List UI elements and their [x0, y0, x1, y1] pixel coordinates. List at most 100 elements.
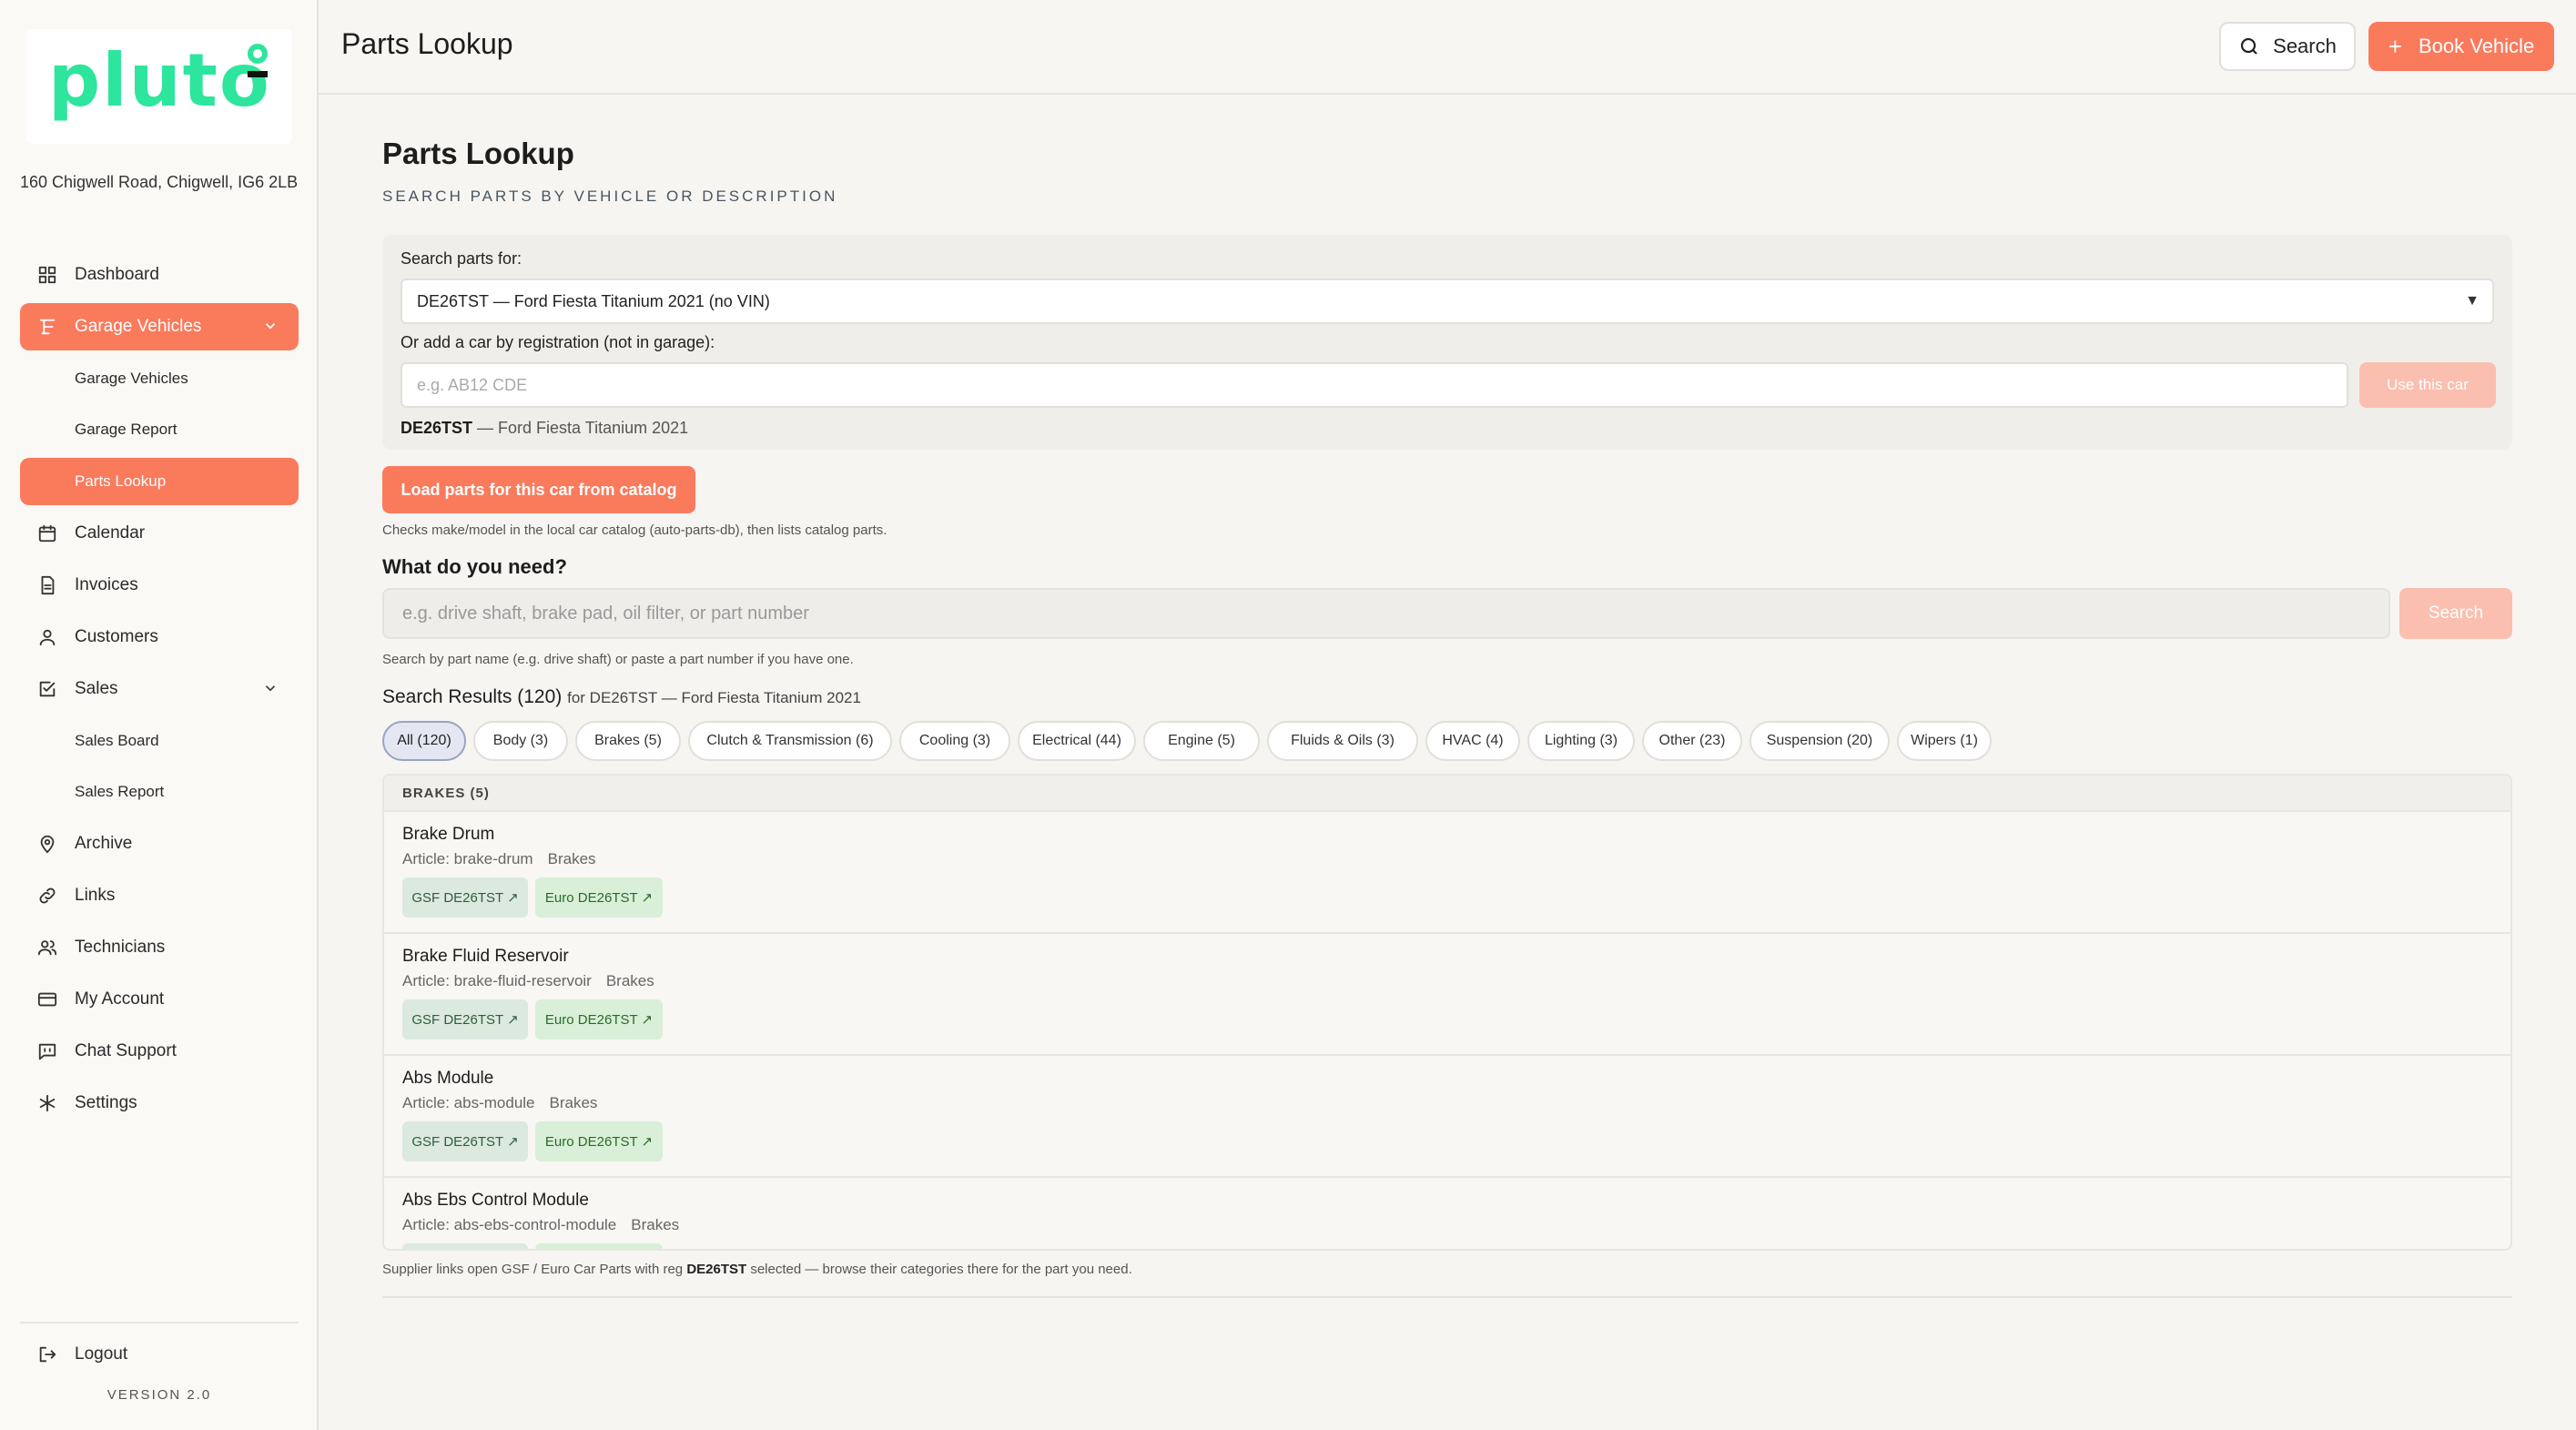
part-row: Brake Fluid Reservoir Article: brake-flu…: [384, 934, 2510, 1056]
part-name: Brake Drum: [402, 825, 495, 844]
sidebar-item-customers[interactable]: Customers: [20, 614, 299, 661]
caret-down-icon: ▼: [2465, 293, 2480, 309]
sidebar-item-links[interactable]: Links: [20, 872, 299, 919]
map-pin-icon: [36, 833, 58, 855]
page-title: Parts Lookup: [341, 27, 513, 60]
sidebar-item-garage-vehicles[interactable]: Garage Vehicles: [20, 303, 299, 350]
add-reg-label: Or add a car by registration (not in gar…: [401, 333, 715, 351]
filter-chip-clutch-transmission[interactable]: Clutch & Transmission (6): [688, 721, 892, 761]
load-hint: Checks make/model in the local car catal…: [382, 522, 887, 538]
sidebar-subitem-sales-board[interactable]: Sales Board: [20, 717, 299, 765]
section-subtitle: SEARCH PARTS BY VEHICLE OR DESCRIPTION: [382, 188, 838, 205]
calendar-icon: [36, 522, 58, 544]
use-this-car-button[interactable]: Use this car: [2359, 362, 2496, 408]
euro-link-button[interactable]: Euro DE26TST ↗: [535, 877, 663, 918]
filter-chip-fluids-oils[interactable]: Fluids & Oils (3): [1267, 721, 1418, 761]
sidebar-item-dashboard[interactable]: Dashboard: [20, 251, 299, 299]
current-reg: DE26TST: [401, 419, 473, 437]
sidebar-item-label: Customers: [75, 627, 158, 646]
garage-address: 160 Chigwell Road, Chigwell, IG6 2LB: [20, 173, 299, 191]
euro-link-button[interactable]: [535, 1243, 663, 1249]
version-label: VERSION 2.0: [106, 1387, 212, 1403]
checkbox-icon: [36, 678, 58, 700]
logout-icon: [36, 1344, 58, 1365]
filter-chip-engine[interactable]: Engine (5): [1143, 721, 1260, 761]
sidebar-subitem-sales-report[interactable]: Sales Report: [20, 768, 299, 816]
gsf-link-button[interactable]: [402, 1243, 528, 1249]
sidebar-item-my-account[interactable]: My Account: [20, 976, 299, 1023]
sidebar-item-technicians[interactable]: Technicians: [20, 924, 299, 971]
sidebar-subitem-parts-lookup[interactable]: Parts Lookup: [20, 458, 299, 505]
vehicle-select[interactable]: DE26TST — Ford Fiesta Titanium 2021 (no …: [401, 279, 2494, 324]
filter-chip-hvac[interactable]: HVAC (4): [1425, 721, 1520, 761]
sidebar-subitem-garage-report[interactable]: Garage Report: [20, 406, 299, 453]
registration-input[interactable]: e.g. AB12 CDE: [401, 362, 2348, 408]
filter-chip-suspension[interactable]: Suspension (20): [1749, 721, 1890, 761]
document-icon: [36, 574, 58, 596]
logo[interactable]: pluto: [26, 29, 292, 144]
logout-button[interactable]: Logout: [20, 1331, 299, 1378]
part-search-input[interactable]: e.g. drive shaft, brake pad, oil filter,…: [382, 588, 2390, 639]
section-title: Parts Lookup: [382, 137, 574, 170]
filter-chip-wipers[interactable]: Wipers (1): [1897, 721, 1992, 761]
logo-mark-icon: [248, 44, 268, 64]
part-search-button[interactable]: Search: [2399, 588, 2512, 639]
results-list[interactable]: BRAKES (5) Brake Drum Article: brake-dru…: [382, 774, 2512, 1251]
filter-chip-other[interactable]: Other (23): [1642, 721, 1742, 761]
part-name: Abs Ebs Control Module: [402, 1191, 589, 1210]
euro-link-button[interactable]: Euro DE26TST ↗: [535, 999, 663, 1040]
sidebar-item-chat-support[interactable]: Chat Support: [20, 1028, 299, 1075]
sidebar-item-sales[interactable]: Sales: [20, 665, 299, 713]
sidebar-item-label: Links: [75, 886, 116, 905]
filter-chip-body[interactable]: Body (3): [473, 721, 568, 761]
sidebar-item-label: Sales: [75, 679, 118, 698]
sidebar-item-calendar[interactable]: Calendar: [20, 510, 299, 557]
global-search-label: Search: [2273, 35, 2337, 57]
book-vehicle-button[interactable]: + Book Vehicle: [2368, 22, 2554, 71]
logout-label: Logout: [75, 1344, 128, 1364]
gsf-link-button[interactable]: GSF DE26TST ↗: [402, 1121, 528, 1161]
load-parts-button[interactable]: Load parts for this car from catalog: [382, 466, 695, 513]
sidebar-item-label: My Account: [75, 989, 165, 1009]
chevron-down-icon[interactable]: [262, 318, 279, 340]
current-car: — Ford Fiesta Titanium 2021: [472, 419, 689, 437]
part-category: Brakes: [605, 972, 654, 989]
sidebar-item-label: Technicians: [75, 938, 166, 957]
chevron-down-icon[interactable]: [262, 680, 279, 702]
global-search-button[interactable]: Search: [2219, 22, 2356, 71]
filter-chip-all[interactable]: All (120): [382, 721, 466, 761]
filter-chip-electrical[interactable]: Electrical (44): [1018, 721, 1136, 761]
sidebar-divider: [20, 1322, 299, 1324]
user-icon: [36, 626, 58, 648]
sidebar-item-label: Calendar: [75, 523, 146, 543]
filter-chip-cooling[interactable]: Cooling (3): [899, 721, 1010, 761]
sidebar-item-label: Chat Support: [75, 1041, 177, 1060]
results-title: Search Results (120) for DE26TST — Ford …: [382, 686, 861, 708]
part-article: Article: brake-fluid-reservoir: [402, 972, 592, 989]
gsf-link-button[interactable]: GSF DE26TST ↗: [402, 999, 528, 1040]
filter-chip-lighting[interactable]: Lighting (3): [1527, 721, 1635, 761]
part-category: Brakes: [549, 1094, 598, 1111]
book-vehicle-label: Book Vehicle: [2418, 35, 2535, 57]
part-name: Brake Fluid Reservoir: [402, 947, 569, 966]
logo-text: pluto: [48, 38, 271, 123]
content-divider: [382, 1296, 2512, 1298]
part-row: Abs Module Article: abs-module Brakes GSF…: [384, 1056, 2510, 1178]
search-hint: Search by part name (e.g. drive shaft) o…: [382, 652, 854, 667]
grid-icon: [36, 264, 58, 286]
logo-bar-icon: [248, 71, 268, 77]
gsf-link-button[interactable]: GSF DE26TST ↗: [402, 877, 528, 918]
sidebar-item-archive[interactable]: Archive: [20, 820, 299, 867]
sidebar-item-label: Archive: [75, 834, 133, 853]
chat-icon: [36, 1040, 58, 1062]
filter-chip-brakes[interactable]: Brakes (5): [575, 721, 681, 761]
euro-link-button[interactable]: Euro DE26TST ↗: [535, 1121, 663, 1161]
results-count: Search Results (120): [382, 686, 563, 707]
sidebar-item-invoices[interactable]: Invoices: [20, 562, 299, 609]
sidebar-subitem-garage-vehicles[interactable]: Garage Vehicles: [20, 355, 299, 402]
need-title: What do you need?: [382, 555, 567, 578]
sidebar-item-settings[interactable]: Settings: [20, 1080, 299, 1127]
top-bar: Parts Lookup Search + Book Vehicle: [319, 0, 2576, 95]
users-icon: [36, 937, 58, 958]
part-meta: Article: abs-module Brakes: [402, 1094, 597, 1112]
